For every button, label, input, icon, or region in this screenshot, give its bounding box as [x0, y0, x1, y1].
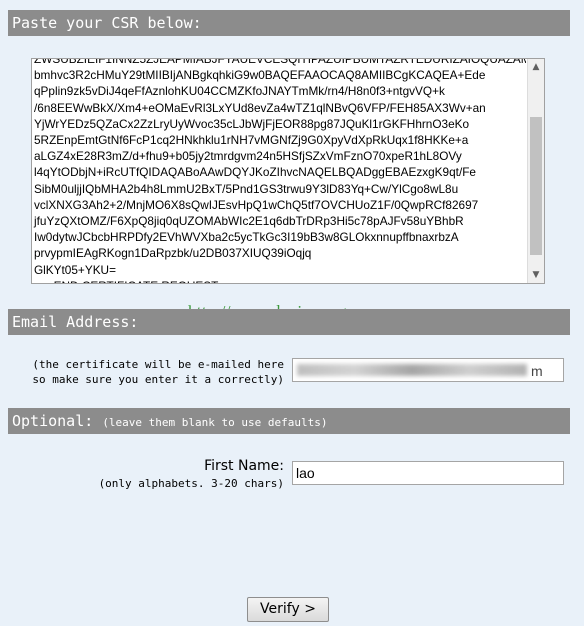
csr-line: /6n8EEWwBkX/Xm4+eOMaEvRl3LxYUd8evZa4wTZ1… — [34, 100, 486, 115]
email-value-tail: m — [531, 363, 543, 379]
csr-line: -----END CERTIFICATE REQUEST----- — [34, 278, 526, 283]
csr-line: GlKYt05+YKU= — [34, 262, 116, 277]
chevron-down-icon[interactable]: ▼ — [528, 267, 544, 283]
email-note-line2: so make sure you enter it a correctly) — [32, 373, 284, 386]
csr-text-viewport[interactable]: ZWSUBZIEIF1INNZ5ZJEAPMIABJFYAUEVCESQITIP… — [32, 59, 526, 283]
csr-line: l4qYtODbjN+iRcUTfQIDAQABoAAwDQYJKoZIhvcN… — [34, 165, 476, 180]
email-note: (the certificate will be e-mailed here s… — [32, 357, 284, 387]
csr-line: 5RZEnpEmtGtNf6FcP1cq2HNkhklu1rNH7vMGNfZj… — [34, 133, 469, 148]
email-section-header: Email Address: — [8, 309, 570, 335]
first-name-hint: (only alphabets. 3-20 chars) — [98, 477, 284, 490]
csr-line: jfuYzQXtOMZ/F6XpQ8jiq0qUZOMAbWIc2E1q6dbT… — [34, 214, 464, 229]
first-name-field[interactable]: lao — [292, 461, 564, 485]
csr-line: Iw0dytwJCbcbHRPDfy2EVhWVXba2c5ycTkGc3I19… — [34, 230, 459, 245]
first-name-label: First Name: — [204, 458, 284, 474]
csr-line: aLGZ4xE28R3mZ/d+fhu9+b05jy2tmrdgvm24n5HS… — [34, 149, 462, 164]
csr-text-content: ZWSUBZIEIF1INNZ5ZJEAPMIABJFYAUEVCESQITIP… — [34, 59, 526, 283]
optional-section-hint: (leave them blank to use defaults) — [102, 416, 328, 429]
csr-section-title: Paste your CSR below: — [12, 14, 202, 32]
csr-line: vclXNXG3Ah2+2/MnjMO6X8sQwIJEsvHpQ1wChQ5t… — [34, 197, 479, 212]
csr-line: bmhvc3R2cHMuY29tMIIBIjANBgkqhkiG9w0BAQEF… — [34, 68, 486, 83]
csr-line: SibM0uljjIQbMHA2b4h8LmmU2BxT/5Pnd1GS3trw… — [34, 181, 459, 196]
csr-textarea[interactable]: ZWSUBZIEIF1INNZ5ZJEAPMIABJFYAUEVCESQITIP… — [31, 58, 545, 284]
first-name-value: lao — [296, 465, 315, 481]
email-note-line1: (the certificate will be e-mailed here — [32, 358, 284, 371]
optional-section-header: Optional: (leave them blank to use defau… — [8, 408, 570, 434]
email-section-title: Email Address: — [12, 313, 139, 331]
scrollbar-thumb[interactable] — [530, 117, 542, 255]
csr-line: YjWrYEDz5QZaCx2ZzLryUyWvoc35cLJbWjFjEOR8… — [34, 116, 470, 131]
csr-line: qPplin9zk5vDiJ4qeFfAznlohKU04CCMZKfoJNAY… — [34, 84, 445, 99]
optional-section-title: Optional: — [12, 412, 94, 430]
email-field[interactable]: m — [292, 358, 564, 382]
csr-scrollbar[interactable]: ▲ ▼ — [527, 59, 544, 283]
verify-button[interactable]: Verify > — [247, 597, 329, 622]
csr-section-header: Paste your CSR below: — [8, 10, 570, 36]
email-redacted — [297, 364, 527, 376]
chevron-up-icon[interactable]: ▲ — [528, 59, 544, 75]
csr-line: prvypmIEAgRKogn1DaRpzbk/u2DB037XIUQ39iOq… — [34, 246, 312, 261]
csr-line: ZWSUBZIEIF1INNZ5ZJEAPMIABJFYAUEVCESQITIP… — [34, 59, 526, 66]
